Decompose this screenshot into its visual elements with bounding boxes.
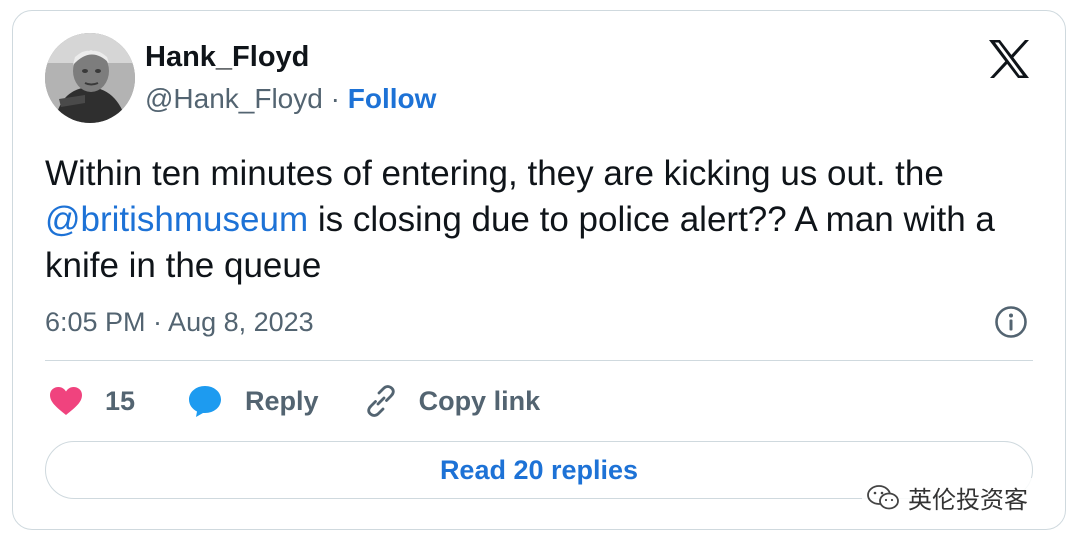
copy-link-label: Copy link [418, 385, 541, 416]
x-logo-icon[interactable] [987, 39, 1031, 79]
watermark-text: 英伦投资客 [908, 487, 1028, 514]
tweet-text: Within ten minutes of entering, they are… [45, 151, 1045, 289]
author-name[interactable]: Hank_Floyd [145, 41, 309, 74]
author-handle[interactable]: @Hank_Floyd [145, 83, 323, 114]
speech-bubble-icon [189, 386, 222, 417]
like-button[interactable]: 15 [49, 386, 187, 417]
reply-button[interactable]: Reply [187, 384, 363, 418]
like-count: 15 [105, 385, 136, 416]
avatar[interactable] [45, 33, 135, 123]
tweet-text-part1: Within ten minutes of entering, they are… [45, 154, 944, 193]
heart-icon [50, 387, 82, 415]
handle-separator: · [322, 83, 348, 114]
mention-link[interactable]: @britishmuseum [45, 200, 308, 239]
wechat-icon [867, 484, 899, 509]
link-icon [366, 385, 395, 417]
tweet-card: Hank_Floyd @Hank_Floyd · Follow Within t… [12, 10, 1066, 530]
reply-label: Reply [245, 385, 319, 416]
follow-button[interactable]: Follow [348, 83, 437, 114]
divider [45, 360, 1033, 361]
tweet-timestamp[interactable]: 6:05 PM · Aug 8, 2023 [45, 307, 314, 338]
action-bar: 15 Reply Copy link [49, 381, 540, 421]
info-icon[interactable] [994, 305, 1028, 339]
copy-link-button[interactable]: Copy link [363, 383, 541, 419]
author-handle-line: @Hank_Floyd · Follow [145, 83, 436, 115]
watermark: 英伦投资客 [862, 478, 1032, 517]
avatar-photo [45, 33, 135, 123]
